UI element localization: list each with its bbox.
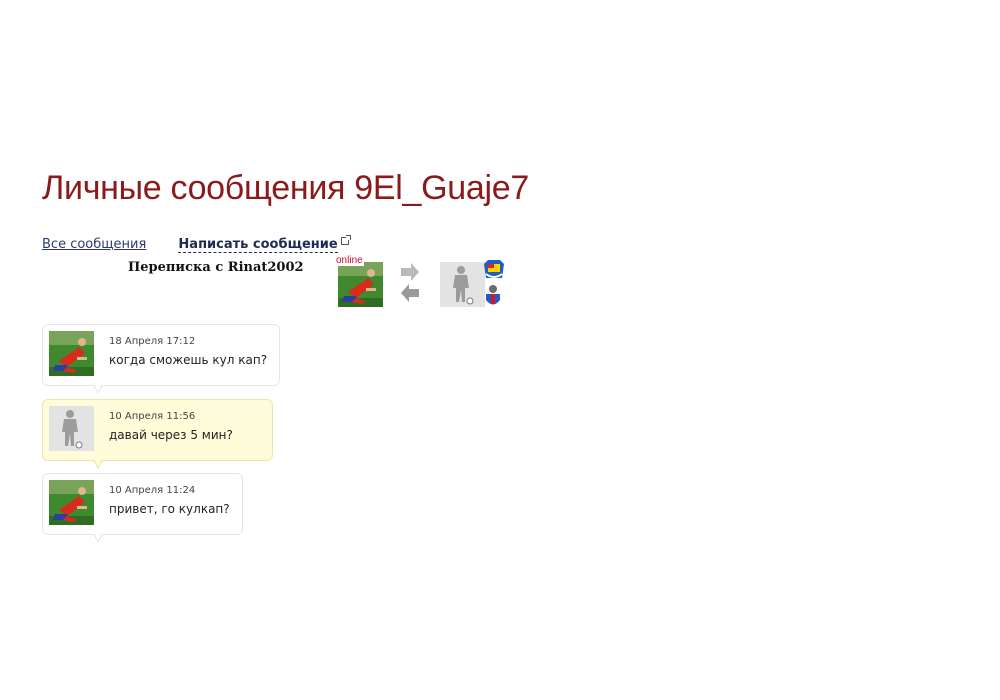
bubble-tail xyxy=(93,459,103,469)
player-avatar-icon[interactable] xyxy=(338,262,383,307)
popup-icon xyxy=(340,235,351,245)
player-avatar-icon[interactable] xyxy=(49,331,94,376)
message-time: 10 Апреля 11:24 xyxy=(109,485,196,496)
write-message-link[interactable]: Написать сообщение xyxy=(178,237,338,253)
silhouette-avatar-icon[interactable] xyxy=(49,406,94,451)
online-status-badge: online xyxy=(335,255,364,266)
page-title: Личные сообщения 9El_Guaje7 xyxy=(42,169,529,207)
message-item: 18 Апреля 17:12 когда сможешь кул кап? xyxy=(42,324,280,394)
arrow-left-icon xyxy=(401,284,419,302)
message-item: 10 Апреля 11:56 давай через 5 мин? xyxy=(42,399,273,469)
message-text: когда сможешь кул кап? xyxy=(109,353,268,367)
club-badge-icon xyxy=(486,285,500,305)
message-text: давай через 5 мин? xyxy=(109,428,233,442)
message-time: 18 Апреля 17:12 xyxy=(109,336,196,347)
page: Личные сообщения 9El_Guaje7 Все сообщени… xyxy=(0,0,1000,700)
silhouette-avatar-icon[interactable] xyxy=(440,262,485,307)
all-messages-link[interactable]: Все сообщения xyxy=(42,237,146,252)
bubble-tail xyxy=(93,533,103,543)
message-time: 10 Апреля 11:56 xyxy=(109,411,196,422)
bubble-tail xyxy=(93,384,103,394)
message-nav: Все сообщения Написать сообщение xyxy=(42,235,351,253)
club-crest-icon xyxy=(484,260,504,278)
message-text: привет, го кулкап? xyxy=(109,502,230,516)
conversation-title: Переписка с Rinat2002 xyxy=(128,260,304,275)
message-item: 10 Апреля 11:24 привет, го кулкап? xyxy=(42,473,243,543)
arrow-right-icon xyxy=(401,263,419,281)
player-avatar-icon[interactable] xyxy=(49,480,94,525)
